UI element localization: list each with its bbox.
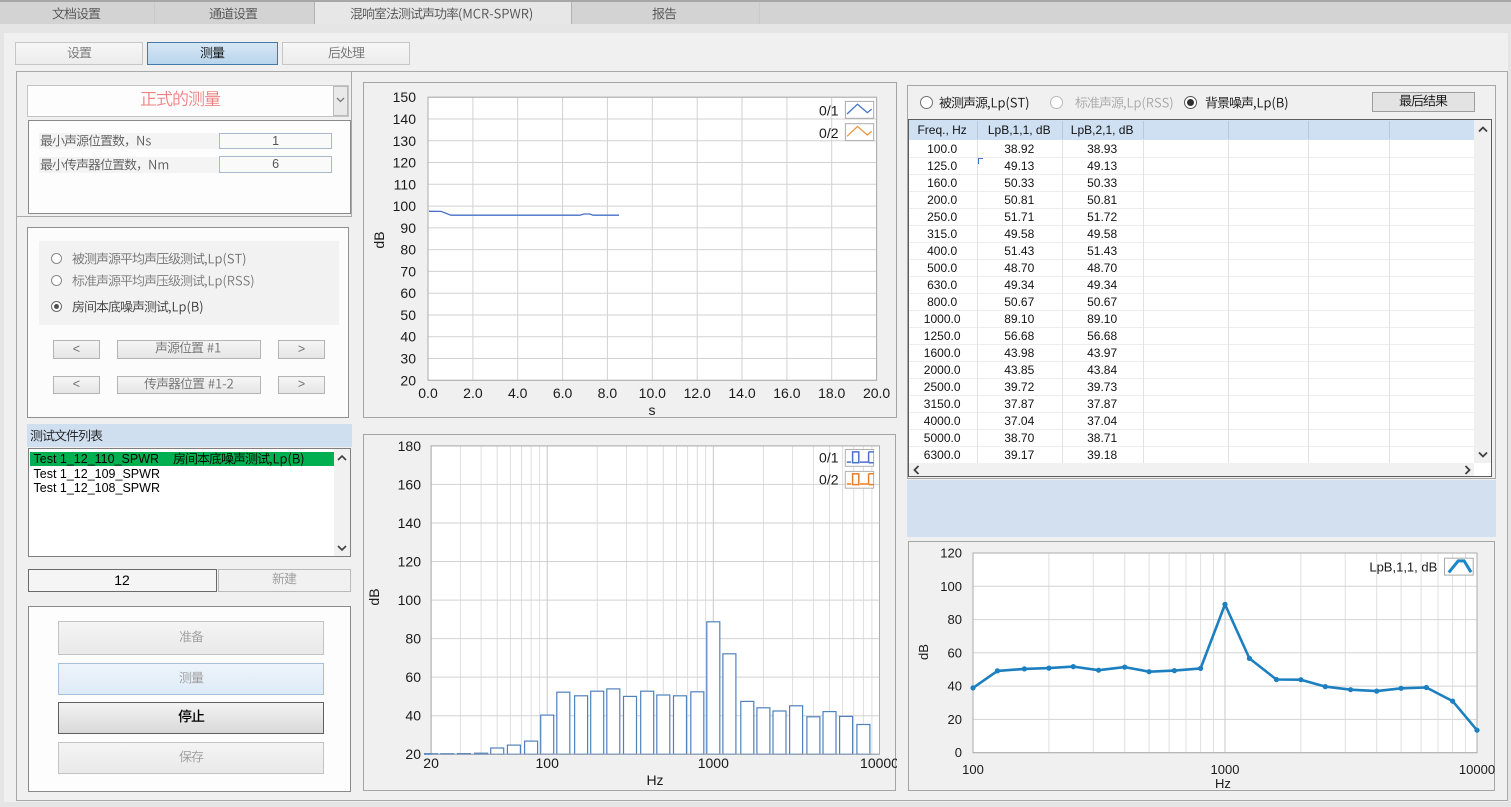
svg-text:70: 70: [400, 263, 416, 279]
svg-text:6.0: 6.0: [553, 385, 573, 401]
svg-text:40: 40: [948, 679, 962, 694]
svg-text:100: 100: [398, 592, 422, 608]
svg-text:0/1: 0/1: [819, 450, 839, 466]
svg-text:14.0: 14.0: [728, 385, 755, 401]
svg-text:60: 60: [405, 669, 421, 685]
svg-text:100: 100: [393, 198, 417, 214]
svg-text:2.0: 2.0: [463, 385, 483, 401]
svg-text:80: 80: [948, 612, 962, 627]
svg-text:140: 140: [398, 515, 422, 531]
svg-text:90: 90: [400, 220, 416, 236]
svg-text:1000: 1000: [1211, 762, 1240, 777]
svg-text:20: 20: [400, 372, 416, 388]
svg-text:120: 120: [398, 554, 422, 570]
svg-text:10000: 10000: [1459, 762, 1495, 777]
svg-text:1000: 1000: [698, 755, 729, 771]
svg-text:10000: 10000: [860, 755, 897, 771]
svg-text:dB: dB: [916, 644, 931, 660]
svg-text:150: 150: [393, 89, 417, 105]
svg-text:50: 50: [400, 307, 416, 323]
svg-text:16.0: 16.0: [773, 385, 800, 401]
svg-text:40: 40: [400, 329, 416, 345]
svg-text:0.0: 0.0: [418, 385, 438, 401]
svg-text:0/1: 0/1: [819, 103, 839, 119]
svg-text:dB: dB: [366, 588, 382, 605]
svg-text:8.0: 8.0: [598, 385, 618, 401]
svg-text:Hz: Hz: [1215, 776, 1231, 791]
svg-text:80: 80: [405, 631, 421, 647]
svg-text:18.0: 18.0: [818, 385, 845, 401]
svg-text:20.0: 20.0: [863, 385, 890, 401]
svg-text:0: 0: [955, 745, 962, 760]
svg-text:20: 20: [423, 755, 439, 771]
svg-text:40: 40: [405, 708, 421, 724]
svg-text:80: 80: [400, 242, 416, 258]
svg-text:100: 100: [536, 755, 560, 771]
svg-text:130: 130: [393, 133, 417, 149]
svg-text:12.0: 12.0: [684, 385, 711, 401]
svg-text:120: 120: [940, 546, 962, 561]
svg-text:10.0: 10.0: [639, 385, 666, 401]
svg-text:100: 100: [940, 579, 962, 594]
svg-text:s: s: [649, 402, 656, 418]
svg-text:100: 100: [962, 762, 984, 777]
svg-text:30: 30: [400, 351, 416, 367]
svg-text:60: 60: [400, 285, 416, 301]
svg-text:LpB,1,1, dB: LpB,1,1, dB: [1369, 560, 1437, 575]
svg-text:160: 160: [398, 476, 422, 492]
svg-text:20: 20: [405, 746, 421, 762]
svg-text:140: 140: [393, 111, 417, 127]
svg-text:0/2: 0/2: [819, 125, 839, 141]
svg-text:120: 120: [393, 155, 417, 171]
svg-text:110: 110: [394, 176, 417, 192]
svg-text:Hz: Hz: [646, 772, 663, 788]
svg-text:dB: dB: [371, 231, 387, 248]
svg-text:60: 60: [948, 645, 962, 660]
svg-text:4.0: 4.0: [508, 385, 528, 401]
svg-text:180: 180: [398, 438, 422, 454]
svg-text:20: 20: [948, 712, 962, 727]
svg-text:0/2: 0/2: [819, 472, 839, 488]
